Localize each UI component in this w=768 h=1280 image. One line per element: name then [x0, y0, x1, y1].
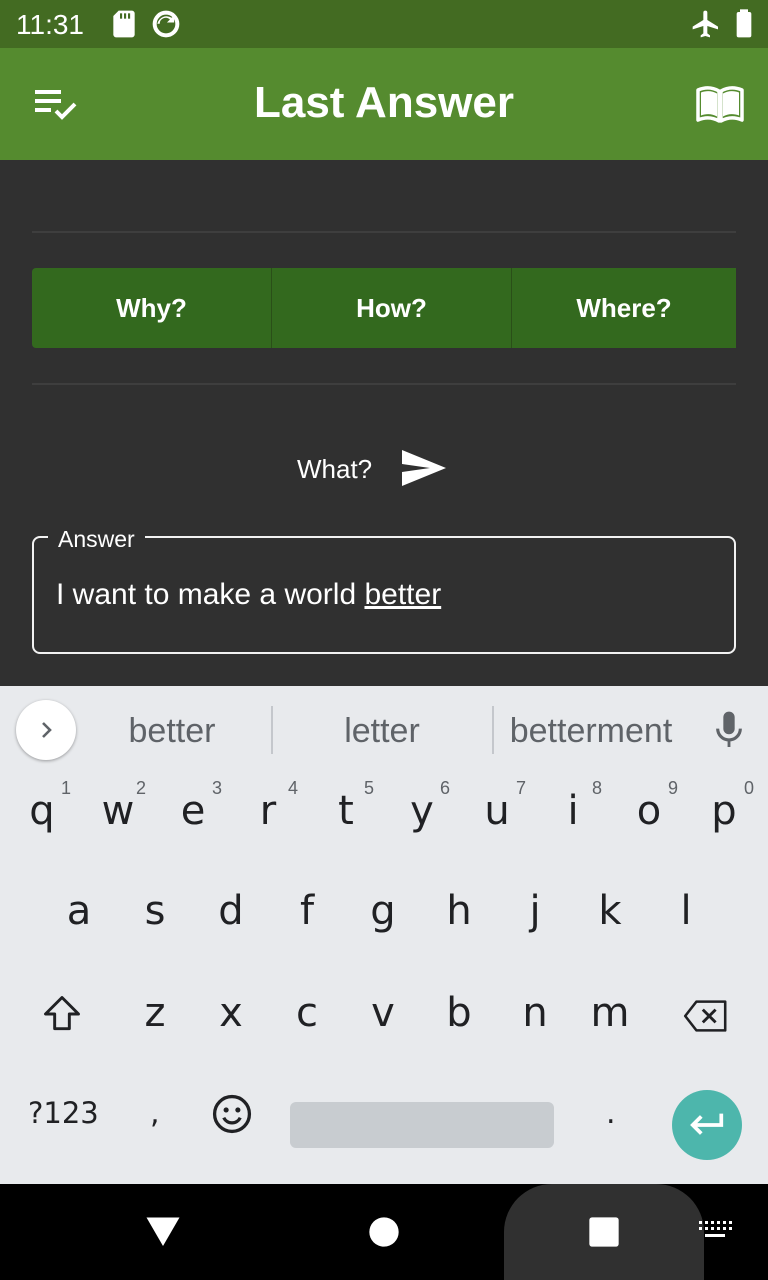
key-hint: 9: [667, 778, 678, 798]
page-title: Last Answer: [253, 78, 514, 127]
key-hint: 8: [591, 778, 602, 798]
suggestion-1[interactable]: better: [92, 712, 252, 751]
answer-label: Answer: [48, 526, 145, 553]
comma-key[interactable]: ,: [150, 1096, 160, 1131]
home-icon[interactable]: [368, 1216, 400, 1248]
suggestion-2[interactable]: letter: [300, 712, 464, 751]
how-button[interactable]: How?: [272, 268, 512, 348]
chevron-right-icon: [42, 722, 52, 738]
key-d[interactable]: d: [201, 888, 261, 934]
key-hint: 0: [743, 778, 754, 798]
navigation-bar: [0, 1184, 768, 1280]
period-key[interactable]: .: [606, 1096, 616, 1131]
answer-text: I want to make a world: [56, 578, 365, 611]
question-button-row: Why? How? Where?: [32, 268, 736, 348]
key-n[interactable]: n: [505, 990, 565, 1036]
enter-icon: [690, 1113, 724, 1135]
key-f[interactable]: f: [277, 888, 337, 934]
suggestion-separator: [271, 706, 273, 754]
shift-icon[interactable]: [40, 992, 84, 1036]
key-g[interactable]: g: [353, 888, 413, 934]
recents-icon[interactable]: [588, 1216, 620, 1248]
key-c[interactable]: c: [277, 990, 337, 1036]
answer-field[interactable]: Answer I want to make a world better: [32, 526, 736, 654]
question-row: What?: [0, 442, 768, 496]
key-s[interactable]: s: [125, 888, 185, 934]
book-open-icon[interactable]: [696, 84, 744, 124]
answer-input-value[interactable]: I want to make a world better: [56, 578, 441, 612]
question-text: What?: [297, 454, 373, 484]
status-time: 11:31: [16, 9, 84, 40]
key-hint: 2: [135, 778, 146, 798]
backspace-icon[interactable]: [682, 996, 730, 1036]
where-button[interactable]: Where?: [512, 268, 736, 348]
key-j[interactable]: j: [505, 888, 565, 934]
key-k[interactable]: k: [580, 888, 640, 934]
space-key[interactable]: [290, 1102, 554, 1148]
key-hint: 4: [287, 778, 298, 798]
key-hint: 1: [60, 778, 71, 798]
key-x[interactable]: x: [201, 990, 261, 1036]
sd-card-icon: [113, 10, 135, 38]
why-button[interactable]: Why?: [32, 268, 272, 348]
battery-icon: [736, 9, 752, 38]
key-hint: 6: [439, 778, 450, 798]
divider-bottom: [32, 383, 736, 385]
app-bar: Last Answer: [0, 48, 768, 160]
key-hint: 7: [515, 778, 526, 798]
back-icon[interactable]: [145, 1214, 181, 1248]
key-hint: 5: [363, 778, 374, 798]
microphone-icon[interactable]: [712, 710, 746, 750]
key-area: q w e r t y u i o p 1 2 3 4 5 6 7 8 9 0 …: [0, 774, 768, 1184]
keyboard-switch-icon[interactable]: [698, 1220, 732, 1242]
answer-composing-word: better: [364, 578, 442, 611]
symbols-key[interactable]: ?123: [28, 1096, 99, 1130]
key-z[interactable]: z: [125, 990, 185, 1036]
key-hint: 3: [211, 778, 222, 798]
sync-icon: [152, 10, 180, 38]
send-icon[interactable]: [400, 448, 448, 488]
airplane-mode-icon: [692, 10, 718, 38]
emoji-icon[interactable]: [210, 1092, 254, 1136]
key-b[interactable]: b: [429, 990, 489, 1036]
divider-top: [32, 231, 736, 233]
key-m[interactable]: m: [580, 990, 640, 1036]
soft-keyboard: better letter betterment q w e r t y u i…: [0, 686, 768, 1184]
suggestion-separator: [492, 706, 494, 754]
suggestion-3[interactable]: betterment: [500, 712, 682, 751]
expand-toolbar-button[interactable]: [16, 700, 76, 760]
key-h[interactable]: h: [429, 888, 489, 934]
key-l[interactable]: l: [656, 888, 716, 934]
status-bar: 11:31: [0, 0, 768, 48]
suggestion-strip: better letter betterment: [0, 686, 768, 774]
enter-key[interactable]: [672, 1090, 742, 1160]
key-v[interactable]: v: [353, 990, 413, 1036]
key-a[interactable]: a: [49, 888, 109, 934]
